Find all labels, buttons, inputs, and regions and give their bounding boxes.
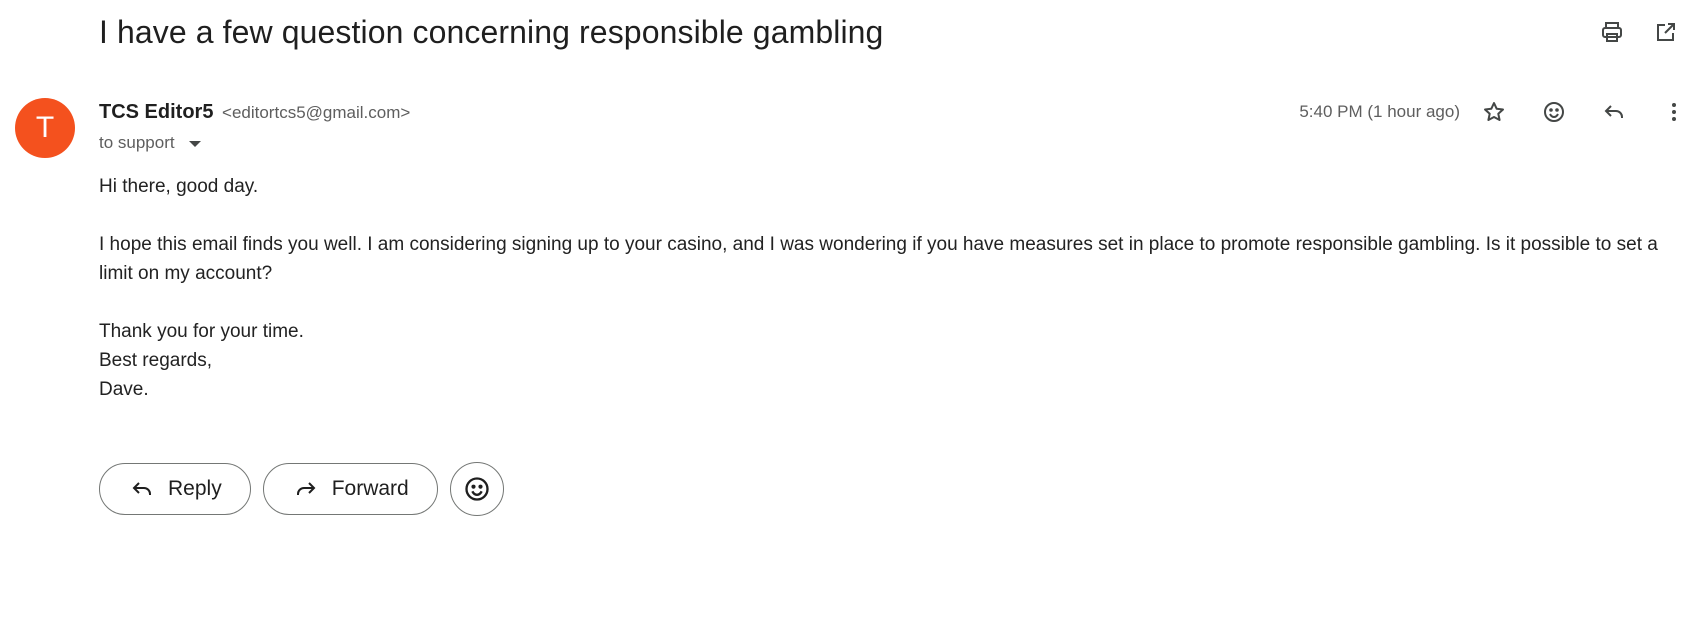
open-in-new-window-button[interactable]	[1650, 16, 1682, 48]
star-button[interactable]	[1478, 96, 1510, 128]
top-actions	[1596, 16, 1682, 48]
open-in-new-window-icon	[1657, 23, 1675, 41]
more-vertical-icon	[1672, 103, 1676, 121]
print-icon	[1602, 22, 1622, 42]
forward-label: Forward	[331, 477, 409, 500]
emoji-icon	[1544, 102, 1564, 122]
email-subject: I have a few question concerning respons…	[99, 14, 884, 50]
emoji-icon	[465, 477, 489, 501]
reply-icon	[1604, 105, 1623, 118]
emoji-reaction-button[interactable]	[449, 462, 504, 516]
message-timestamp: 5:40 PM (1 hour ago)	[1299, 102, 1460, 121]
body-signature: Dave.	[99, 379, 149, 400]
chevron-down-icon[interactable]	[188, 141, 201, 147]
print-button[interactable]	[1596, 16, 1628, 48]
body-closing: Best regards,	[99, 350, 212, 371]
message-meta: 5:40 PM (1 hour ago)	[1299, 96, 1690, 128]
email-view: I have a few question concerning respons…	[0, 0, 1702, 618]
more-options-button[interactable]	[1658, 96, 1690, 128]
body-greeting: Hi there, good day.	[99, 176, 259, 197]
sender-email: <editortcs5@gmail.com>	[222, 103, 411, 122]
sender-name[interactable]: TCS Editor5	[99, 101, 213, 123]
reply-button[interactable]: Reply	[99, 463, 251, 515]
star-icon	[1484, 102, 1504, 121]
reply-icon	[132, 482, 151, 495]
message-actions: Reply Forward	[99, 462, 504, 516]
recipients-label: to support	[99, 133, 175, 152]
forward-button[interactable]: Forward	[262, 463, 438, 515]
body-thanks: Thank you for your time.	[99, 321, 304, 342]
reply-label: Reply	[168, 477, 222, 500]
reply-button-header[interactable]	[1598, 96, 1630, 128]
email-body: Hi there, good day. I hope this email fi…	[99, 172, 1679, 404]
avatar-letter: T	[35, 111, 55, 144]
avatar[interactable]: T	[15, 98, 75, 158]
body-paragraph: I hope this email finds you well. I am c…	[99, 234, 1658, 284]
add-reaction-button[interactable]	[1538, 96, 1570, 128]
recipients-line: to support	[99, 133, 201, 153]
sender-line: TCS Editor5 <editortcs5@gmail.com>	[99, 101, 410, 124]
forward-icon	[296, 482, 316, 495]
